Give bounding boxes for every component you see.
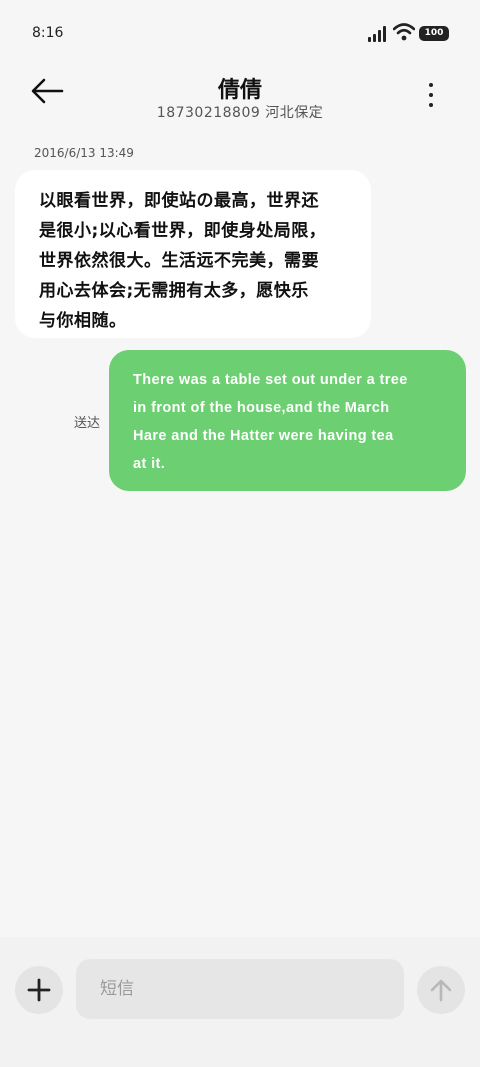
message-line: 是很小;以心看世界，即使身处局限， <box>39 221 327 241</box>
message-line: in front of the house,and the March <box>133 400 390 416</box>
contact-number-location: 18730218809 河北保定 <box>156 105 324 121</box>
message-line: 用心去体会;无需拥有太多，愿快乐 <box>39 281 309 301</box>
delivery-status: 送达 <box>74 416 101 431</box>
plus-icon <box>27 978 51 1002</box>
battery-icon: 100 <box>419 26 449 41</box>
message-line: at it. <box>133 456 166 472</box>
contact-name: 倩倩 <box>217 78 262 103</box>
message-line: There was a table set out under a tree <box>133 372 408 388</box>
more-options-button[interactable] <box>418 80 444 110</box>
message-timestamp: 2016/6/13 13:49 <box>34 146 134 160</box>
add-attachment-button[interactable] <box>15 966 63 1014</box>
message-line: Hare and the Hatter were having tea <box>133 428 394 444</box>
message-input[interactable] <box>76 959 404 1019</box>
message-line: 与你相随。 <box>39 311 127 331</box>
compose-bar <box>0 937 480 1067</box>
send-button[interactable] <box>417 966 465 1014</box>
message-line: 以眼看世界，即使站の最高，世界还 <box>39 191 319 211</box>
wifi-icon <box>393 23 415 41</box>
conversation-header: 倩倩 18730218809 河北保定 <box>0 68 480 128</box>
arrow-up-icon <box>430 979 452 1002</box>
clock: 8:16 <box>32 25 64 41</box>
cellular-signal-icon <box>368 26 390 42</box>
message-line: 世界依然很大。生活远不完美，需要 <box>39 251 319 271</box>
incoming-message-bubble[interactable]: 以眼看世界，即使站の最高，世界还 是很小;以心看世界，即使身处局限， 世界依然很… <box>15 170 371 338</box>
outgoing-message-bubble[interactable]: There was a table set out under a tree i… <box>109 350 466 491</box>
status-bar: 8:16 100 <box>0 0 480 68</box>
